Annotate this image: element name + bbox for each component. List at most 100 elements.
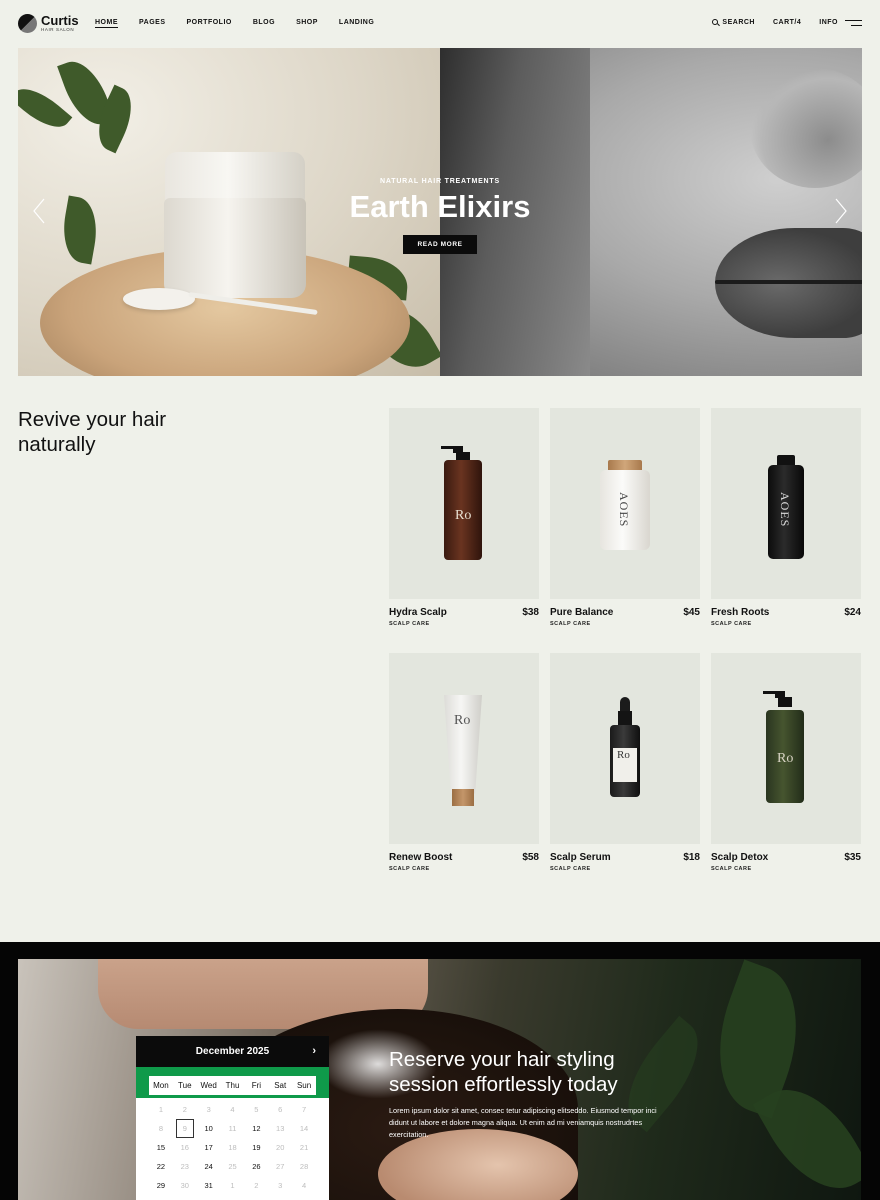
calendar-day[interactable]: 2: [244, 1176, 268, 1195]
weekday-label: Fri: [251, 1081, 262, 1090]
product-image: Ro: [389, 408, 539, 599]
calendar-day[interactable]: 27: [268, 1157, 292, 1176]
nav-landing[interactable]: LANDING: [339, 19, 374, 28]
calendar-day[interactable]: 15: [149, 1138, 173, 1157]
product-category[interactable]: SCALP CARE: [550, 621, 700, 627]
calendar-day[interactable]: 29: [149, 1176, 173, 1195]
product-name[interactable]: Scalp Serum: [550, 852, 700, 863]
calendar-next-button[interactable]: ›: [312, 1045, 316, 1057]
products-heading-line2: naturally: [18, 433, 96, 456]
calendar-day[interactable]: 9: [175, 1119, 194, 1138]
product-category[interactable]: SCALP CARE: [550, 866, 700, 872]
site-header: Curtis HAIR SALON HOME PAGES PORTFOLIO B…: [0, 0, 880, 48]
slider-next-button[interactable]: [834, 198, 848, 224]
product-card[interactable]: AOES Fresh Roots $24 SCALP CARE: [711, 408, 861, 643]
logo[interactable]: Curtis HAIR SALON: [18, 14, 79, 33]
calendar-day[interactable]: 13: [268, 1119, 292, 1138]
calendar-day[interactable]: 18: [221, 1138, 245, 1157]
hero-kicker: NATURAL HAIR TREATMENTS: [380, 178, 500, 185]
product-name[interactable]: Renew Boost: [389, 852, 539, 863]
calendar-week-row: 15 16 17 18 19 20 21: [149, 1138, 316, 1157]
product-info: Scalp Serum $18 SCALP CARE: [550, 852, 700, 872]
booking-title-line1: Reserve your hair styling: [389, 1048, 615, 1071]
search-icon: [712, 19, 719, 26]
bottle-label: Ro: [777, 751, 794, 766]
calendar-day[interactable]: 16: [173, 1138, 197, 1157]
product-category[interactable]: SCALP CARE: [389, 621, 539, 627]
nose-shape: [750, 68, 862, 188]
booking-text: Reserve your hair styling session effort…: [389, 1047, 659, 1141]
product-name[interactable]: Scalp Detox: [711, 852, 861, 863]
bottle-label: AOES: [778, 492, 792, 528]
product-price: $58: [522, 852, 539, 863]
calendar-day[interactable]: 31: [197, 1176, 221, 1195]
product-name[interactable]: Hydra Scalp: [389, 607, 539, 618]
calendar-day[interactable]: 28: [292, 1157, 316, 1176]
calendar-day[interactable]: 4: [292, 1176, 316, 1195]
calendar-day[interactable]: 23: [173, 1157, 197, 1176]
calendar-day[interactable]: 3: [197, 1100, 221, 1119]
nav-portfolio[interactable]: PORTFOLIO: [187, 19, 232, 28]
dropper-cap: [618, 711, 632, 726]
calendar-day[interactable]: 25: [221, 1157, 245, 1176]
nav-pages[interactable]: PAGES: [139, 19, 166, 28]
weekday-row: Mon Tue Wed Thu Fri Sat Sun: [149, 1076, 316, 1095]
weekday-label: Mon: [153, 1081, 169, 1090]
product-image: Ro: [711, 653, 861, 844]
calendar-day[interactable]: 1: [149, 1100, 173, 1119]
product-name[interactable]: Fresh Roots: [711, 607, 861, 618]
product-card[interactable]: Ro Renew Boost $58 SCALP CARE: [389, 653, 539, 888]
product-card[interactable]: Ro Hydra Scalp $38 SCALP CARE: [389, 408, 539, 643]
calendar-day[interactable]: 22: [149, 1157, 173, 1176]
hero-caption: NATURAL HAIR TREATMENTS Earth Elixirs RE…: [18, 178, 862, 254]
brand-name: Curtis: [41, 13, 79, 29]
calendar-day[interactable]: 26: [244, 1157, 268, 1176]
weekday-label: Wed: [200, 1081, 217, 1090]
product-card[interactable]: Ro Scalp Detox $35 SCALP CARE: [711, 653, 861, 888]
hero-slider: NATURAL HAIR TREATMENTS Earth Elixirs RE…: [18, 48, 862, 376]
nav-home[interactable]: HOME: [95, 19, 118, 28]
main-nav: HOME PAGES PORTFOLIO BLOG SHOP LANDING: [95, 19, 395, 28]
calendar-day[interactable]: 11: [221, 1119, 245, 1138]
product-name[interactable]: Pure Balance: [550, 607, 700, 618]
slider-prev-button[interactable]: [32, 198, 46, 224]
product-image: Ro: [389, 653, 539, 844]
read-more-button[interactable]: READ MORE: [403, 235, 477, 254]
calendar-day[interactable]: 5: [244, 1100, 268, 1119]
calendar-day[interactable]: 30: [173, 1176, 197, 1195]
calendar-day[interactable]: 6: [268, 1100, 292, 1119]
product-price: $18: [683, 852, 700, 863]
hero-title: Earth Elixirs: [349, 189, 531, 224]
logo-text: Curtis HAIR SALON: [41, 14, 79, 33]
product-card[interactable]: Ro Scalp Serum $18 SCALP CARE: [550, 653, 700, 888]
calendar-day[interactable]: 10: [197, 1119, 221, 1138]
calendar-day[interactable]: 21: [292, 1138, 316, 1157]
product-card[interactable]: AOES Pure Balance $45 SCALP CARE: [550, 408, 700, 643]
product-price: $38: [522, 607, 539, 618]
info-button[interactable]: INFO: [819, 19, 862, 26]
product-category[interactable]: SCALP CARE: [711, 866, 861, 872]
product-price: $45: [683, 607, 700, 618]
product-category[interactable]: SCALP CARE: [389, 866, 539, 872]
calendar-day[interactable]: 3: [268, 1176, 292, 1195]
product-category[interactable]: SCALP CARE: [711, 621, 861, 627]
calendar-day[interactable]: 2: [173, 1100, 197, 1119]
calendar-day[interactable]: 12: [244, 1119, 268, 1138]
calendar-day[interactable]: 24: [197, 1157, 221, 1176]
product-info: Hydra Scalp $38 SCALP CARE: [389, 607, 539, 627]
calendar-day[interactable]: 4: [221, 1100, 245, 1119]
cart-button[interactable]: CART/4: [773, 19, 801, 26]
lip-line: [715, 280, 862, 284]
search-button[interactable]: SEARCH: [712, 19, 755, 26]
calendar-day[interactable]: 17: [197, 1138, 221, 1157]
calendar-header: December 2025 ›: [136, 1036, 329, 1067]
tube-label: Ro: [454, 713, 471, 728]
calendar-day[interactable]: 19: [244, 1138, 268, 1157]
nav-blog[interactable]: BLOG: [253, 19, 275, 28]
calendar-day[interactable]: 1: [221, 1176, 245, 1195]
calendar-day[interactable]: 7: [292, 1100, 316, 1119]
calendar-day[interactable]: 14: [292, 1119, 316, 1138]
calendar-day[interactable]: 8: [149, 1119, 173, 1138]
calendar-day[interactable]: 20: [268, 1138, 292, 1157]
nav-shop[interactable]: SHOP: [296, 19, 318, 28]
